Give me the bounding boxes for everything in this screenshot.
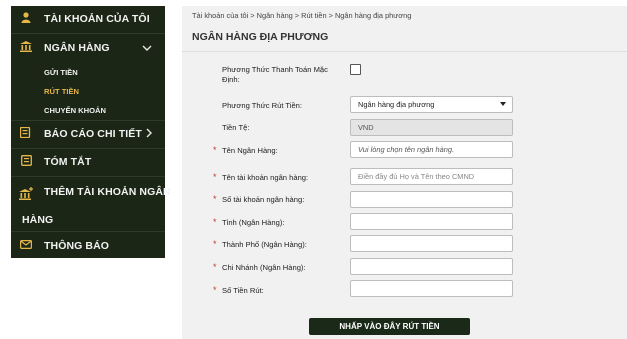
report-icon: [19, 126, 33, 141]
breadcrumb: Tài khoản của tôi > Ngân hàng > Rút tiền > Ngâ…: [192, 11, 411, 20]
breadcrumb-item-bank[interactable]: Ngân hàng: [257, 11, 293, 20]
account-name-placeholder: Điền đầy đủ Họ và Tên theo CMND: [358, 172, 475, 181]
default-payment-label: Phương Thức Thanh Toán Mặc Định:: [222, 65, 328, 85]
account-name-field[interactable]: Điền đầy đủ Họ và Tên theo CMND: [350, 168, 513, 185]
sidebar-item-bank[interactable]: NGÂN HÀNG: [11, 35, 165, 61]
sidebar-item-summary[interactable]: TÓM TẮT: [11, 150, 165, 174]
required-marker: *: [213, 217, 217, 227]
chevron-down-icon[interactable]: [142, 42, 152, 54]
required-marker: *: [213, 285, 217, 295]
chevron-right-icon[interactable]: [146, 128, 152, 141]
province-field[interactable]: [350, 213, 513, 230]
breadcrumb-separator: >: [328, 11, 333, 20]
sidebar-item-label: TÓM TẮT: [44, 156, 92, 168]
breadcrumb-separator: >: [250, 11, 255, 20]
bank-name-field[interactable]: Vui lòng chọn tên ngân hàng.: [350, 141, 513, 158]
sidebar-item-label: TÀI KHOẢN CỦA TÔI: [44, 13, 150, 25]
amount-label: Số Tiền Rút:: [222, 286, 264, 295]
divider: [11, 231, 165, 232]
required-marker: *: [213, 145, 217, 155]
sidebar-item-label-continued: HÀNG: [22, 214, 54, 226]
sidebar-item-reports[interactable]: BÁO CÁO CHI TIẾT: [11, 122, 165, 146]
sidebar-item-label: BÁO CÁO CHI TIẾT: [44, 128, 142, 140]
branch-field[interactable]: [350, 258, 513, 275]
account-number-field[interactable]: [350, 191, 513, 208]
branch-label: Chi Nhánh (Ngân Hàng):: [222, 263, 306, 272]
required-marker: *: [213, 194, 217, 204]
required-marker: *: [213, 172, 217, 182]
caret-down-icon: [500, 102, 506, 106]
default-payment-label-line1: Phương Thức Thanh Toán Mặc: [222, 65, 328, 74]
city-label: Thành Phố (Ngân Hàng):: [222, 240, 307, 249]
divider: [11, 148, 165, 149]
envelope-icon: [19, 239, 33, 252]
city-field[interactable]: [350, 235, 513, 252]
sidebar-item-account[interactable]: TÀI KHOẢN CỦA TÔI: [11, 6, 165, 32]
bank-icon: [19, 41, 33, 55]
currency-label: Tiền Tệ:: [222, 123, 250, 132]
sidebar-item-label: NGÂN HÀNG: [44, 42, 110, 54]
divider: [182, 51, 627, 52]
required-marker: *: [213, 239, 217, 249]
divider: [11, 120, 165, 121]
bank-name-placeholder: Vui lòng chọn tên ngân hàng.: [358, 145, 455, 154]
account-name-label: Tên tài khoản ngân hàng:: [222, 173, 309, 182]
currency-field: VND: [350, 119, 513, 136]
user-icon: [19, 12, 33, 26]
divider: [11, 33, 165, 34]
bank-add-icon: [19, 187, 33, 203]
breadcrumb-item-current: Ngân hàng địa phương: [334, 11, 412, 20]
sidebar-subitem-withdraw[interactable]: RÚT TIỀN: [44, 87, 79, 96]
sidebar-item-add-bank[interactable]: THÊM TÀI KHOẢN NGÂN HÀNG: [11, 178, 171, 230]
main-panel: Tài khoản của tôi > Ngân hàng > Rút tiền > Ngâ…: [182, 6, 627, 339]
page-title: NGÂN HÀNG ĐỊA PHƯƠNG: [192, 31, 329, 43]
withdraw-method-value: Ngân hàng địa phương: [358, 100, 435, 109]
account-number-label: Số tài khoản ngân hàng:: [222, 195, 305, 204]
required-marker: *: [213, 262, 217, 272]
province-label: Tỉnh (Ngân Hàng):: [222, 218, 285, 227]
withdraw-method-label: Phương Thức Rút Tiền:: [222, 101, 303, 110]
breadcrumb-item-withdraw[interactable]: Rút tiền: [301, 11, 326, 20]
amount-field[interactable]: [350, 280, 513, 297]
default-payment-label-line2: Định:: [222, 75, 240, 84]
withdraw-method-select[interactable]: Ngân hàng địa phương: [350, 96, 513, 113]
sidebar-item-notifications[interactable]: THÔNG BÁO: [11, 233, 165, 258]
sidebar-subitem-transfer[interactable]: CHUYỂN KHOẢN: [44, 106, 106, 115]
summary-icon: [19, 155, 33, 169]
bank-name-label: Tên Ngân Hàng:: [222, 146, 278, 155]
sidebar: TÀI KHOẢN CỦA TÔI NGÂN HÀNG GỬI TIỀN RÚT…: [11, 6, 171, 258]
default-payment-checkbox[interactable]: [350, 64, 361, 75]
sidebar-item-label: THÔNG BÁO: [44, 239, 110, 252]
sidebar-subitem-deposit[interactable]: GỬI TIỀN: [44, 68, 78, 77]
currency-value: VND: [358, 123, 374, 132]
divider: [11, 176, 165, 177]
breadcrumb-separator: >: [294, 11, 300, 20]
withdraw-submit-button[interactable]: NHẤP VÀO ĐÂY RÚT TIỀN: [309, 318, 470, 335]
breadcrumb-item-account[interactable]: Tài khoản của tôi: [192, 11, 248, 20]
sidebar-item-label: THÊM TÀI KHOẢN NGÂN: [44, 186, 171, 198]
